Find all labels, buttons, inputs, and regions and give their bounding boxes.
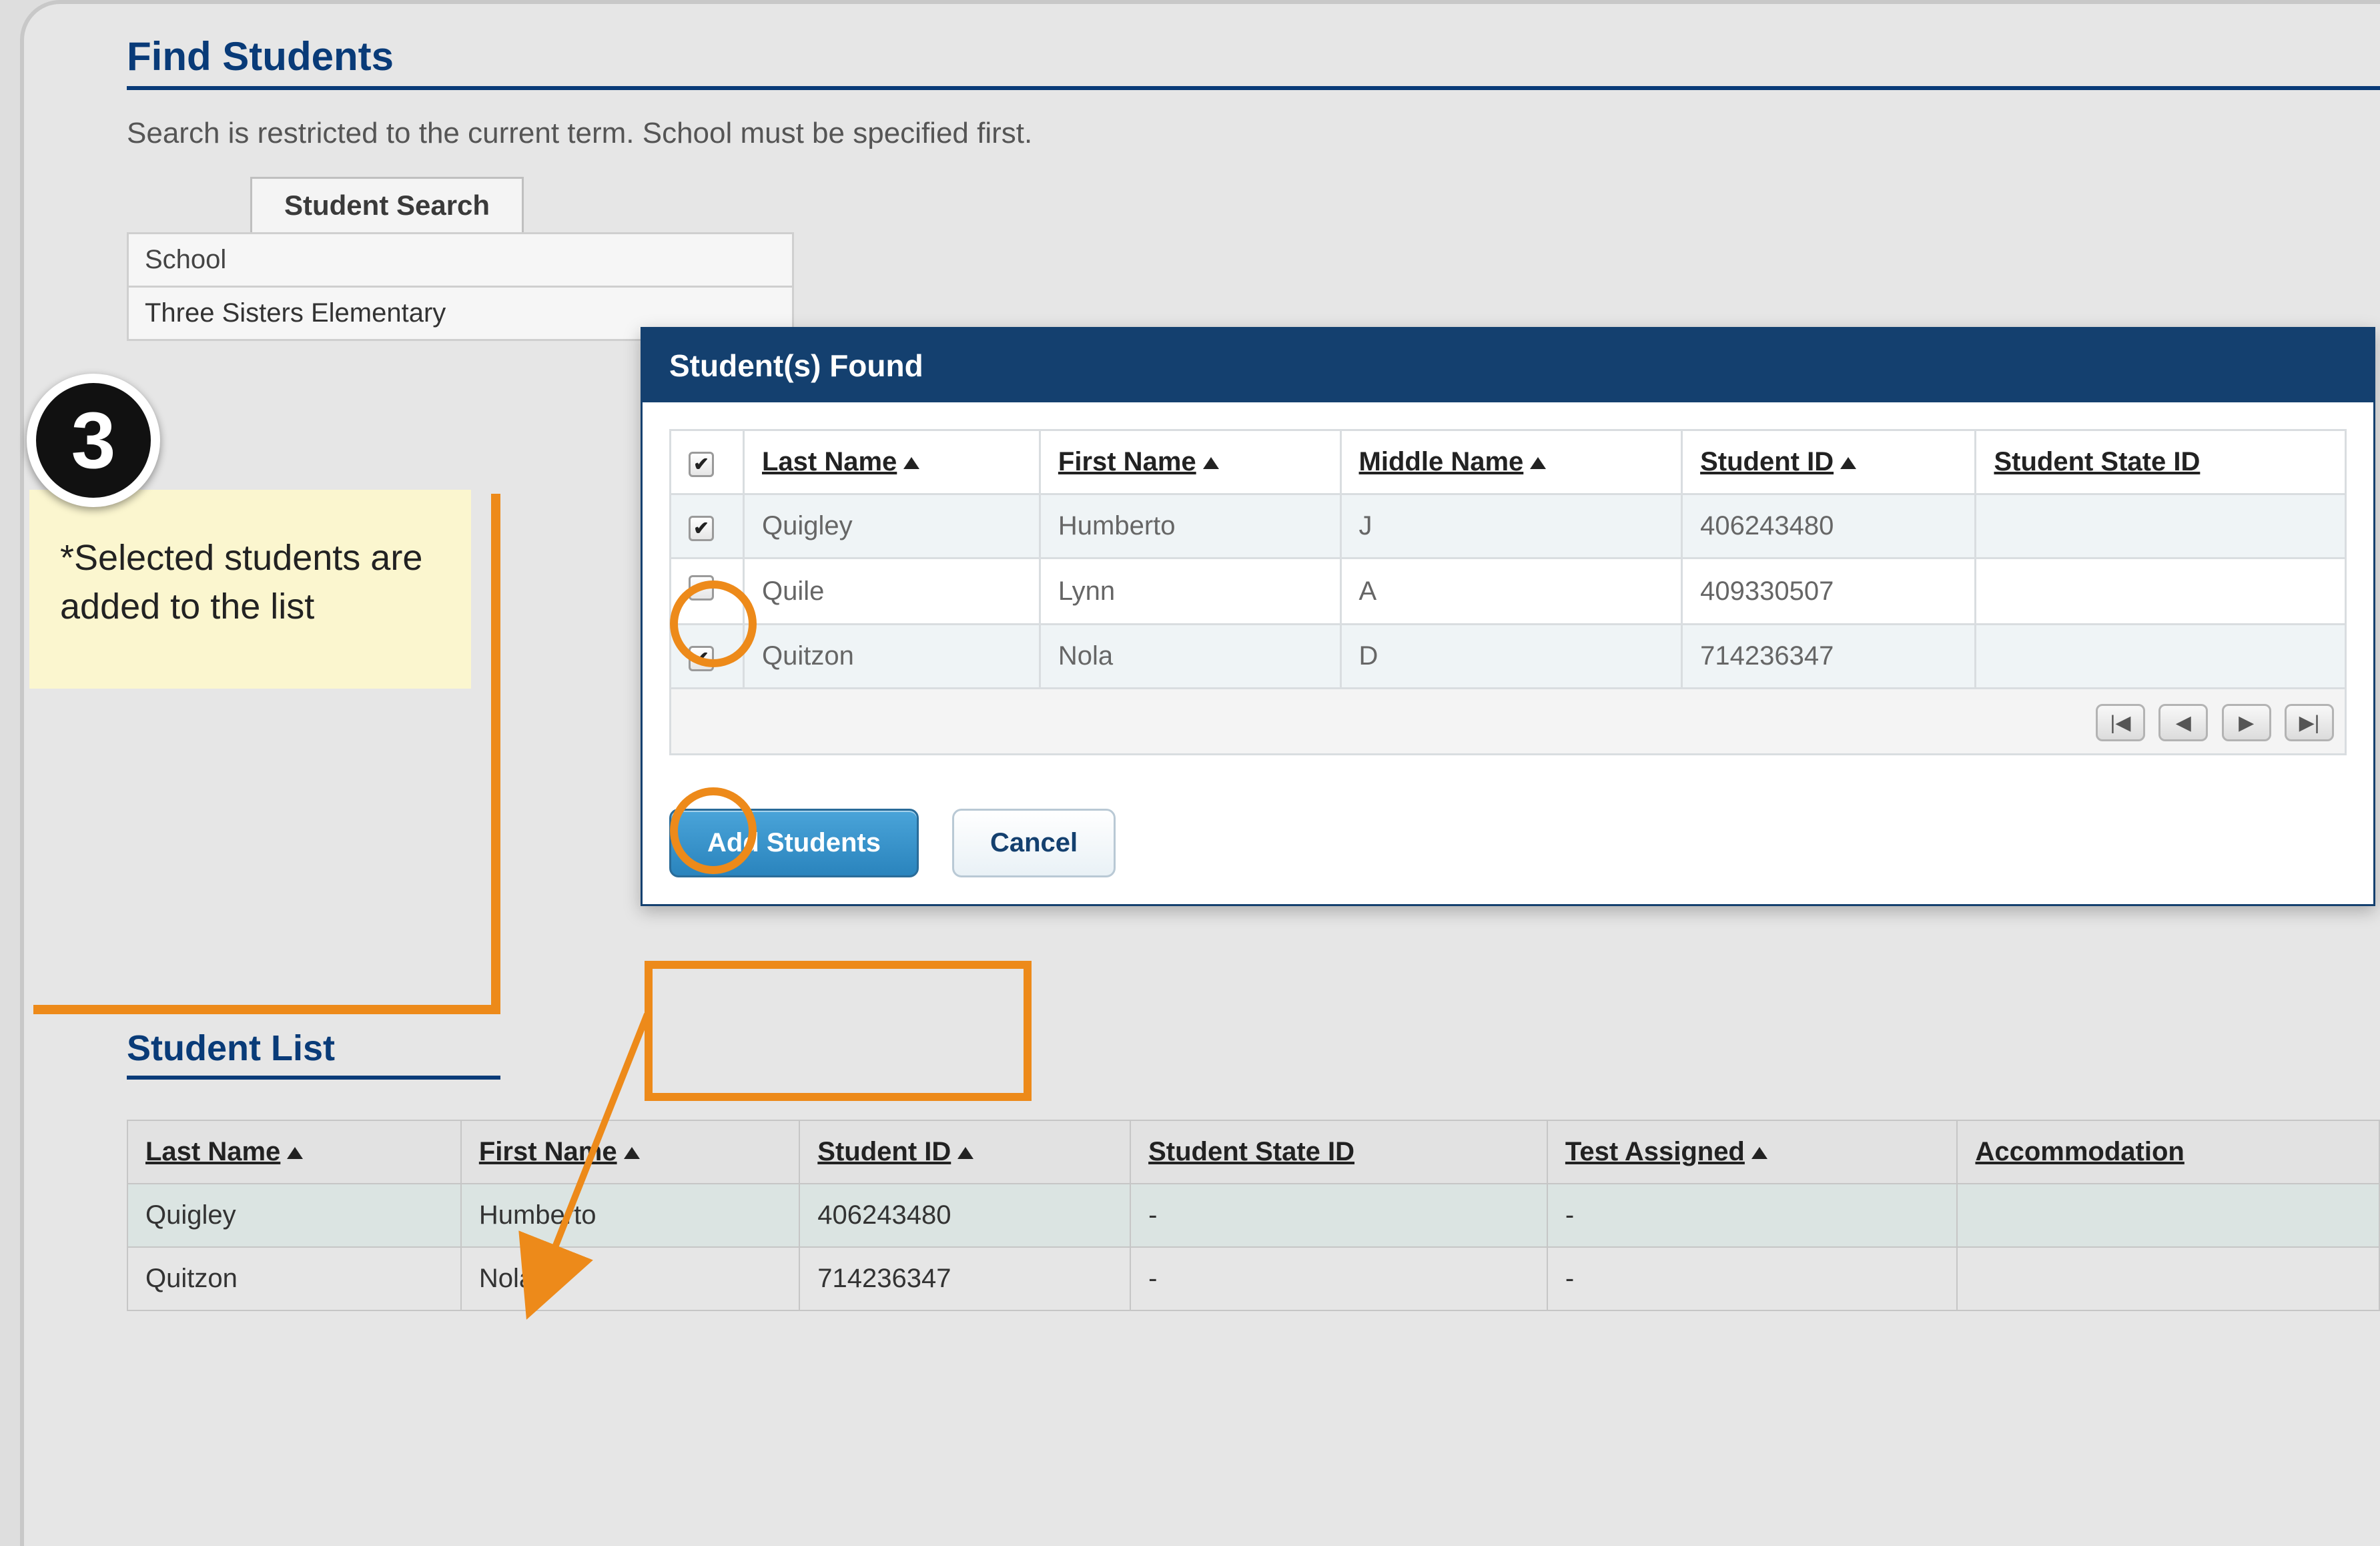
col-first-name[interactable]: First Name: [461, 1120, 799, 1184]
cell-first: Nola: [1040, 625, 1340, 689]
col-student-state-id[interactable]: Student State ID: [1976, 430, 2346, 494]
cell-first: Humberto: [1040, 494, 1340, 558]
sort-asc-icon: [1203, 457, 1219, 469]
cell-state-id: -: [1130, 1184, 1547, 1247]
sort-asc-icon: [903, 457, 919, 469]
row-checkbox[interactable]: [689, 575, 714, 601]
sort-asc-icon: [624, 1147, 640, 1159]
cell-last: Quigley: [127, 1184, 461, 1247]
cell-first: Nola: [461, 1247, 799, 1310]
cell-state-id: [1976, 494, 2346, 558]
table-row: ✔ Quitzon Nola D 714236347: [671, 625, 2346, 689]
col-student-id[interactable]: Student ID: [1682, 430, 1976, 494]
pager-prev-button[interactable]: ◀: [2158, 704, 2208, 741]
col-student-state-id[interactable]: Student State ID: [1130, 1120, 1547, 1184]
pager-next-button[interactable]: ▶: [2222, 704, 2271, 741]
table-header-row: ✔ Last Name First Name Middle Name Stude…: [671, 430, 2346, 494]
cell-middle: J: [1340, 494, 1682, 558]
check-icon: ✔: [693, 649, 709, 668]
cell-id: 714236347: [1682, 625, 1976, 689]
help-text: Search is restricted to the current term…: [127, 117, 2380, 150]
pager-last-button[interactable]: ▶|: [2285, 704, 2334, 741]
tabs: Student Search: [250, 177, 2380, 232]
pager-first-button[interactable]: |◀: [2096, 704, 2145, 741]
row-checkbox[interactable]: ✔: [689, 646, 714, 671]
cell-last: Quile: [744, 558, 1040, 625]
cell-test: -: [1547, 1184, 1958, 1247]
check-icon: ✔: [693, 455, 709, 474]
table-row: ✔ Quigley Humberto J 406243480: [671, 494, 2346, 558]
col-accommodation[interactable]: Accommodation: [1957, 1120, 2379, 1184]
col-last-name[interactable]: Last Name: [744, 430, 1040, 494]
student-list-title: Student List: [127, 1028, 500, 1080]
col-student-id[interactable]: Student ID: [799, 1120, 1130, 1184]
cell-state-id: [1976, 625, 2346, 689]
cell-id: 409330507: [1682, 558, 1976, 625]
cell-middle: A: [1340, 558, 1682, 625]
cell-state-id: -: [1130, 1247, 1547, 1310]
table-row: Quigley Humberto 406243480 - -: [127, 1184, 2379, 1247]
col-last-name[interactable]: Last Name: [127, 1120, 461, 1184]
table-row: Quitzon Nola 714236347 - -: [127, 1247, 2379, 1310]
dialog-body: ✔ Last Name First Name Middle Name Stude…: [643, 402, 2373, 782]
table-row: Quile Lynn A 409330507: [671, 558, 2346, 625]
col-test-assigned[interactable]: Test Assigned: [1547, 1120, 1958, 1184]
student-list-table: Last Name First Name Student ID Student …: [127, 1120, 2380, 1311]
table-header-row: Last Name First Name Student ID Student …: [127, 1120, 2379, 1184]
col-first-name[interactable]: First Name: [1040, 430, 1340, 494]
step-badge: 3: [27, 374, 160, 507]
cell-id: 714236347: [799, 1247, 1130, 1310]
student-list-section: Student List Last Name First Name Studen…: [127, 1028, 2380, 1311]
row-checkbox[interactable]: ✔: [689, 516, 714, 541]
cell-first: Lynn: [1040, 558, 1340, 625]
sort-asc-icon: [1751, 1147, 1767, 1159]
cell-id: 406243480: [1682, 494, 1976, 558]
school-label: School: [129, 234, 242, 286]
cell-accom: [1957, 1247, 2379, 1310]
cell-first: Humberto: [461, 1184, 799, 1247]
pager: |◀ ◀ ▶ ▶|: [669, 689, 2347, 755]
checkbox-select-all[interactable]: ✔: [689, 452, 714, 477]
cell-last: Quigley: [744, 494, 1040, 558]
cell-state-id: [1976, 558, 2346, 625]
found-students-table: ✔ Last Name First Name Middle Name Stude…: [669, 429, 2347, 689]
col-select-all[interactable]: ✔: [671, 430, 744, 494]
cell-last: Quitzon: [744, 625, 1040, 689]
sort-asc-icon: [287, 1147, 303, 1159]
content: Find Students Search is restricted to th…: [127, 0, 2380, 341]
col-middle-name[interactable]: Middle Name: [1340, 430, 1682, 494]
page: Find Students Search is restricted to th…: [0, 0, 2380, 1546]
callout-text: *Selected students are added to the list: [60, 538, 422, 627]
add-students-button[interactable]: Add Students: [669, 809, 919, 877]
callout: *Selected students are added to the list: [33, 494, 467, 685]
school-value: Three Sisters Elementary: [129, 288, 462, 339]
dialog-title: Student(s) Found: [643, 329, 2373, 402]
tab-student-search[interactable]: Student Search: [250, 177, 524, 232]
cell-id: 406243480: [799, 1184, 1130, 1247]
cell-last: Quitzon: [127, 1247, 461, 1310]
cell-middle: D: [1340, 625, 1682, 689]
sort-asc-icon: [957, 1147, 973, 1159]
cell-accom: [1957, 1184, 2379, 1247]
check-icon: ✔: [693, 519, 709, 538]
students-found-dialog: Student(s) Found ✔ Last Name First Name …: [641, 327, 2375, 906]
cancel-button[interactable]: Cancel: [952, 809, 1116, 877]
dialog-buttons: Add Students Cancel: [643, 782, 2373, 904]
sort-asc-icon: [1530, 457, 1546, 469]
school-row: School: [127, 232, 794, 288]
find-students-title: Find Students: [127, 33, 2380, 90]
sort-asc-icon: [1840, 457, 1856, 469]
cell-test: -: [1547, 1247, 1958, 1310]
